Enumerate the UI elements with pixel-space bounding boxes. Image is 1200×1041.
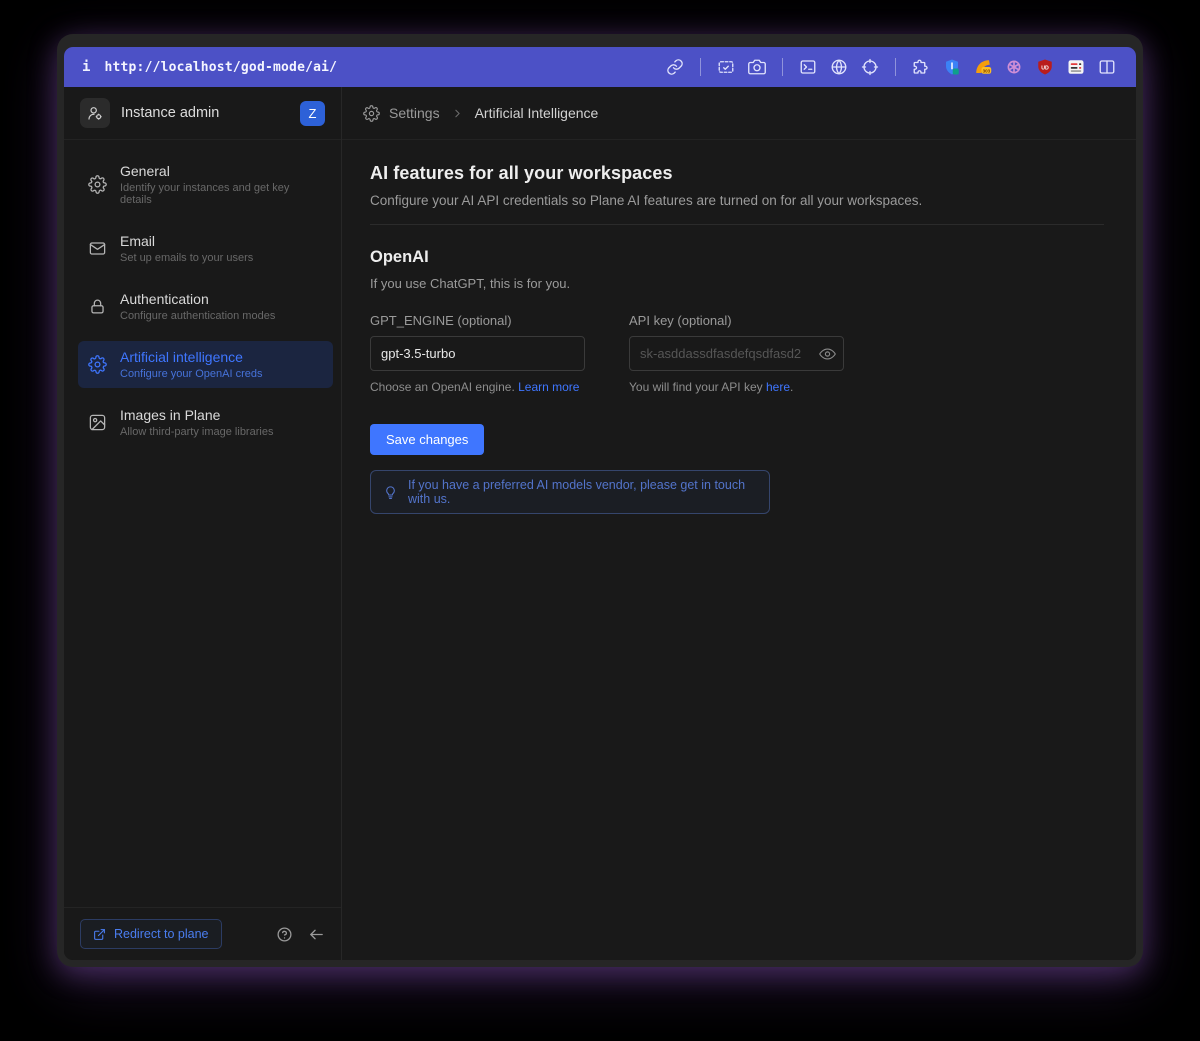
help-text: .	[790, 380, 793, 394]
globe-icon[interactable]	[830, 58, 848, 76]
redirect-to-plane-label: Redirect to plane	[114, 927, 209, 941]
sidebar-footer: Redirect to plane	[64, 907, 341, 960]
sidebar-item-sublabel: Set up emails to your users	[120, 252, 253, 264]
sidebar-item-label: General	[120, 163, 323, 179]
avatar: Z	[300, 101, 325, 126]
redirect-to-plane-button[interactable]: Redirect to plane	[80, 919, 222, 949]
lightbulb-icon	[383, 485, 398, 500]
breadcrumb-current-page: Artificial Intelligence	[475, 105, 599, 121]
gear-icon	[88, 175, 107, 194]
chevron-right-icon	[451, 107, 464, 120]
gpt-engine-input[interactable]	[370, 336, 585, 371]
svg-text:UD: UD	[1041, 65, 1049, 71]
sidebar-item-sublabel: Identify your instances and get key deta…	[120, 182, 323, 206]
help-icon[interactable]	[276, 926, 293, 943]
main-panel: Settings Artificial Intelligence AI feat…	[342, 87, 1136, 960]
api-key-input[interactable]	[629, 336, 844, 371]
camera-icon[interactable]	[748, 58, 766, 76]
info-icon: i	[82, 59, 90, 75]
tab-manager-extension-icon[interactable]: 303	[974, 58, 992, 76]
collapse-sidebar-arrow-icon[interactable]	[308, 926, 325, 943]
ai-cog-icon	[88, 355, 107, 374]
address-url[interactable]: http://localhost/god-mode/ai/	[104, 60, 337, 75]
ublock-extension-icon[interactable]: UD	[1036, 58, 1054, 76]
gpt-engine-label: GPT_ENGINE (optional)	[370, 313, 585, 328]
sidebar-item-label: Authentication	[120, 291, 275, 307]
instance-admin-title: Instance admin	[121, 105, 219, 121]
link-icon[interactable]	[666, 58, 684, 76]
breadcrumb-settings[interactable]: Settings	[389, 105, 440, 121]
extensions-puzzle-icon[interactable]	[912, 58, 930, 76]
sidebar-item-label: Email	[120, 233, 253, 249]
sidebar-item-artificial-intelligence[interactable]: Artificial intelligence Configure your Op…	[78, 341, 333, 388]
sidebar-item-label: Artificial intelligence	[120, 349, 262, 365]
settings-gear-icon	[363, 105, 380, 122]
page-title: AI features for all your workspaces	[370, 163, 1104, 184]
mail-icon	[88, 239, 107, 258]
sidebar-header: Instance admin Z	[64, 87, 341, 140]
sidebar-item-images-in-plane[interactable]: Images in Plane Allow third-party image l…	[78, 399, 333, 446]
page-subtitle: Configure your AI API credentials so Pla…	[370, 193, 1104, 208]
sidebar-item-sublabel: Configure authentication modes	[120, 310, 275, 322]
api-key-help: You will find your API key here.	[629, 380, 844, 394]
eye-icon[interactable]	[819, 345, 836, 362]
help-text: Choose an OpenAI engine.	[370, 380, 518, 394]
terminal-icon[interactable]	[799, 58, 817, 76]
openai-section-description: If you use ChatGPT, this is for you.	[370, 276, 1104, 291]
gpt-engine-help: Choose an OpenAI engine. Learn more	[370, 380, 585, 394]
external-link-icon	[93, 928, 106, 941]
api-key-label: API key (optional)	[629, 313, 844, 328]
crosshair-icon[interactable]	[861, 58, 879, 76]
lock-icon	[88, 297, 107, 316]
sidebar-nav: General Identify your instances and get k…	[64, 140, 341, 446]
url-bar: i http://localhost/god-mode/ai/ 303 UD	[64, 47, 1136, 87]
learn-more-link[interactable]: Learn more	[518, 380, 579, 394]
ai-vendor-banner: If you have a preferred AI models vendor…	[370, 470, 770, 514]
split-view-icon[interactable]	[1098, 58, 1116, 76]
here-link[interactable]: here	[766, 380, 790, 394]
breadcrumb: Settings Artificial Intelligence	[342, 87, 1136, 140]
openai-extension-icon[interactable]	[1005, 58, 1023, 76]
browser-window: i http://localhost/god-mode/ai/ 303 UD	[57, 34, 1143, 967]
toolbar-separator	[782, 58, 783, 76]
feed-extension-icon[interactable]	[1067, 58, 1085, 76]
svg-text:303: 303	[983, 68, 991, 73]
divider	[370, 224, 1104, 225]
sidebar-item-sublabel: Allow third-party image libraries	[120, 426, 273, 438]
instance-admin-icon	[80, 98, 110, 128]
save-changes-button[interactable]: Save changes	[370, 424, 484, 455]
screenshot-icon[interactable]	[717, 58, 735, 76]
sidebar-item-general[interactable]: General Identify your instances and get k…	[78, 155, 333, 214]
password-manager-extension-icon[interactable]	[943, 58, 961, 76]
toolbar-separator	[700, 58, 701, 76]
sidebar-item-email[interactable]: Email Set up emails to your users	[78, 225, 333, 272]
sidebar: Instance admin Z General Identify your in…	[64, 87, 342, 960]
toolbar-separator	[895, 58, 896, 76]
help-text: You will find your API key	[629, 380, 766, 394]
sidebar-item-label: Images in Plane	[120, 407, 273, 423]
openai-section-title: OpenAI	[370, 248, 1104, 267]
sidebar-item-authentication[interactable]: Authentication Configure authentication m…	[78, 283, 333, 330]
image-icon	[88, 413, 107, 432]
sidebar-item-sublabel: Configure your OpenAI creds	[120, 368, 262, 380]
banner-text: If you have a preferred AI models vendor…	[408, 478, 757, 506]
